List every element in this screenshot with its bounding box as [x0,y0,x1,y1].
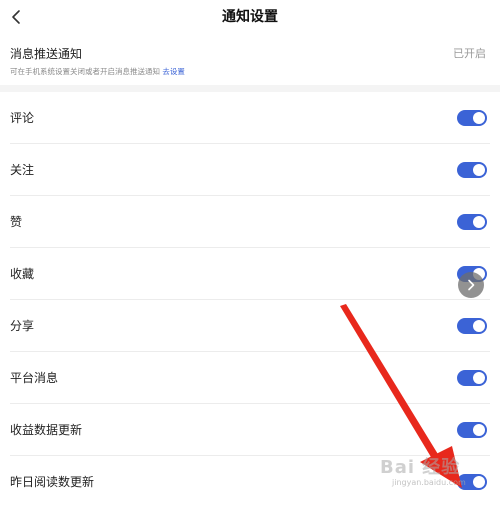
go-settings-link[interactable]: 去设置 [162,67,185,76]
setting-row-platform-message: 平台消息 [0,352,500,404]
push-description-text: 可在手机系统设置关闭或者开启消息推送通知 [10,67,160,76]
toggle-knob [473,112,485,124]
setting-row-favorite: 收藏 [0,248,500,300]
earnings-update-toggle[interactable] [457,422,487,438]
setting-row-follow: 关注 [0,144,500,196]
push-title: 消息推送通知 [10,47,83,61]
section-divider [0,85,500,92]
floating-next-button[interactable] [458,272,484,298]
toggle-knob [473,320,485,332]
setting-row-yesterday-reads-update: 昨日阅读数更新 [0,456,500,508]
push-notification-section: 消息推送通知 可在手机系统设置关闭或者开启消息推送通知 去设置 已开启 [0,34,500,85]
push-description: 可在手机系统设置关闭或者开启消息推送通知 去设置 [10,66,185,78]
setting-label: 昨日阅读数更新 [10,475,95,489]
yesterday-reads-toggle[interactable] [457,474,487,490]
setting-row-earnings-update: 收益数据更新 [0,404,500,456]
toggle-knob [473,424,485,436]
platform-message-toggle[interactable] [457,370,487,386]
setting-label: 评论 [10,111,35,125]
notification-settings-list: 评论 关注 赞 收藏 分享 平台消息 收益数据更新 昨日阅读数更新 [0,92,500,508]
toggle-knob [473,372,485,384]
toggle-knob [473,164,485,176]
setting-row-comment: 评论 [0,92,500,144]
follow-toggle[interactable] [457,162,487,178]
like-toggle[interactable] [457,214,487,230]
setting-row-like: 赞 [0,196,500,248]
setting-label: 赞 [10,215,23,229]
toggle-knob [473,476,485,488]
setting-label: 分享 [10,319,35,333]
toggle-knob [473,216,485,228]
header-bar: 通知设置 [0,0,500,34]
setting-label: 收藏 [10,267,35,281]
chevron-right-icon [468,279,475,291]
setting-label: 关注 [10,163,35,177]
setting-row-share: 分享 [0,300,500,352]
push-status: 已开启 [453,47,486,60]
setting-label: 平台消息 [10,371,59,385]
setting-label: 收益数据更新 [10,423,83,437]
page-title: 通知设置 [222,9,278,25]
comment-toggle[interactable] [457,110,487,126]
share-toggle[interactable] [457,318,487,334]
